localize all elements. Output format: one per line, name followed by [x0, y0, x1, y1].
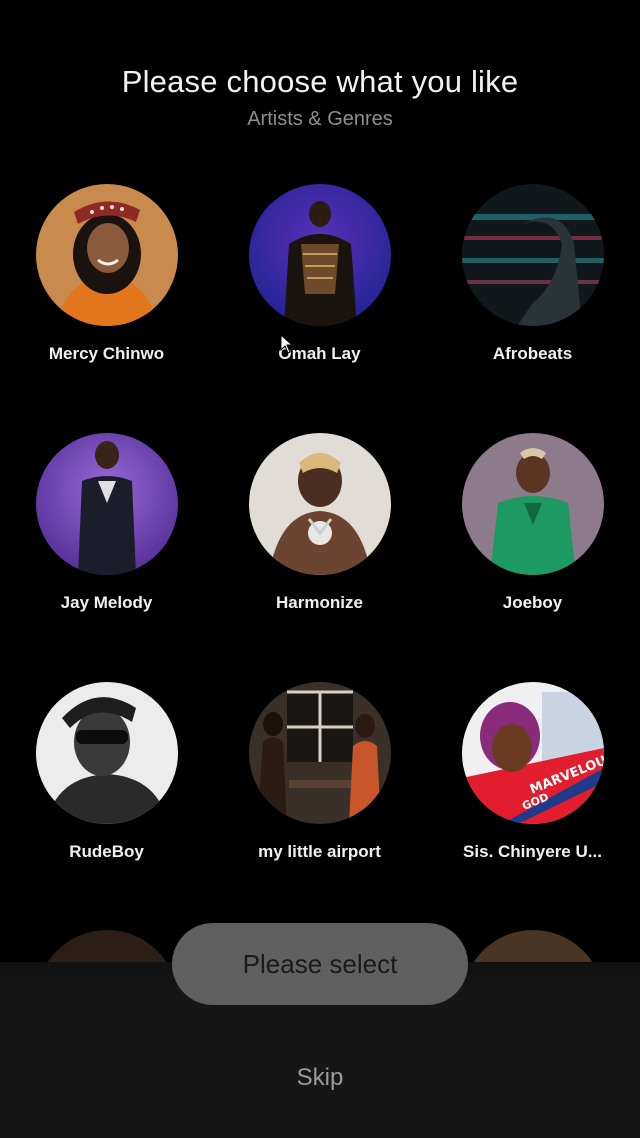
artist-card-sis-chinyere[interactable]: MARVELOUS GOD Sis. Chinyere U... [426, 682, 639, 862]
genre-name: Afrobeats [492, 344, 573, 363]
artist-name: Mercy Chinwo [48, 344, 165, 363]
artist-avatar[interactable] [461, 433, 604, 575]
please-select-button[interactable]: Please select [172, 923, 468, 1005]
artist-card-mercy-chinwo[interactable]: Mercy Chinwo [0, 184, 213, 364]
page-subtitle: Artists & Genres [247, 108, 393, 130]
header: Please choose what you like Artists & Ge… [0, 64, 640, 131]
genre-card-afrobeats[interactable]: Afrobeats [426, 184, 639, 364]
artist-name: Joeboy [502, 593, 563, 612]
artist-card-jay-melody[interactable]: Jay Melody [0, 433, 213, 613]
page-title: Please choose what you like [121, 64, 519, 99]
artist-name: my little airport [258, 842, 381, 861]
artist-name: Omah Lay [278, 344, 361, 363]
skip-button[interactable]: Skip [0, 1064, 640, 1092]
artist-avatar[interactable] [248, 184, 391, 326]
artist-card-omah-lay[interactable]: Omah Lay [213, 184, 426, 364]
mouse-cursor-icon [280, 334, 294, 354]
artist-avatar[interactable]: MARVELOUS GOD [461, 682, 604, 824]
artist-card-joeboy[interactable]: Joeboy [426, 433, 639, 613]
artist-card-rudeboy[interactable]: RudeBoy [0, 682, 213, 862]
artist-avatar[interactable] [35, 433, 178, 575]
artist-name: RudeBoy [69, 842, 144, 861]
artist-avatar[interactable] [35, 682, 178, 824]
artist-avatar[interactable] [35, 184, 178, 326]
artist-card-my-little-airport[interactable]: my little airport [213, 682, 426, 862]
genre-avatar[interactable] [461, 184, 604, 326]
artist-card-harmonize[interactable]: Harmonize [213, 433, 426, 613]
artist-name: Harmonize [276, 593, 363, 612]
artist-name: Jay Melody [60, 593, 153, 612]
artist-avatar[interactable] [248, 682, 391, 824]
artist-avatar[interactable] [248, 433, 391, 575]
artist-name: Sis. Chinyere U... [463, 842, 602, 861]
